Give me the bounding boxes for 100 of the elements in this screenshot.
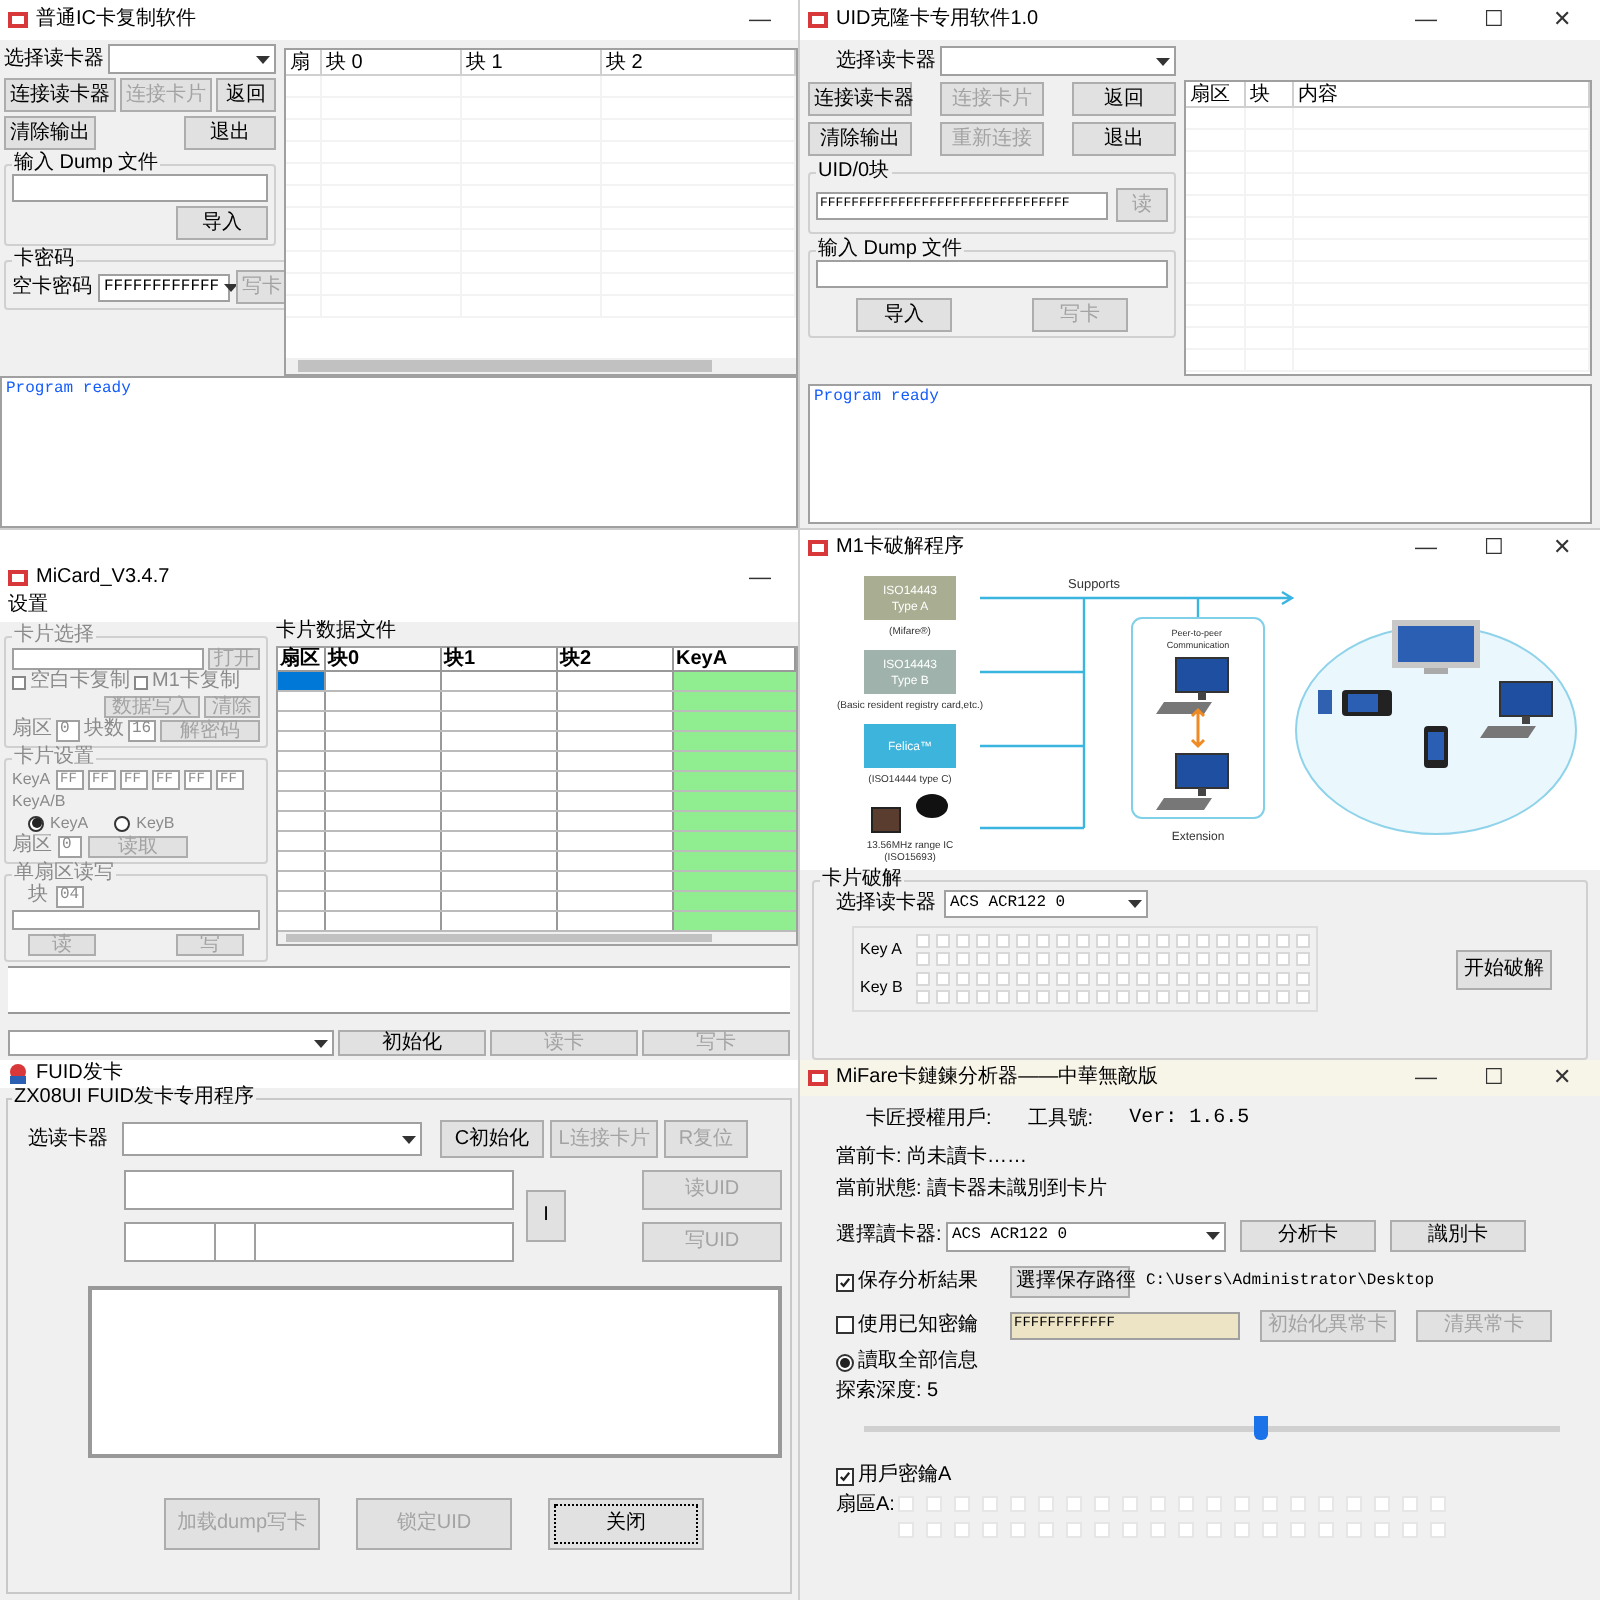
column-header: 块 0 [322,50,462,74]
action-button[interactable]: 退出 [1072,122,1176,156]
input-field[interactable] [12,647,204,669]
input-field[interactable]: 04 [56,885,84,907]
maximize-button[interactable]: ☐ [1464,1067,1524,1089]
group-label: 单扇区读写 [12,864,116,884]
minimize-button[interactable]: — [1396,9,1456,31]
action-button[interactable]: 连接读卡器 [808,82,912,116]
field-label: 块 [28,886,48,906]
action-button[interactable]: 关闭 [548,1498,704,1550]
field-label: 选读卡器 [28,1129,110,1149]
field-label: KeyA [50,815,89,831]
field-label: Key B [860,980,905,996]
status-text: 當前狀態: 讀卡器未識別到卡片 [834,1180,1110,1204]
reader-dropdown[interactable] [122,1122,422,1156]
table-cell[interactable] [278,672,326,690]
action-button[interactable]: 分析卡 [1240,1220,1376,1252]
close-button[interactable]: ✕ [1532,9,1592,31]
caret-icon [1156,57,1170,65]
reader-dropdown[interactable]: ACS ACR122 0 [946,1221,1226,1251]
reader-dropdown[interactable]: ACS ACR122 0 [944,890,1148,918]
input-field[interactable] [12,910,260,930]
reader-dropdown[interactable] [8,1030,334,1056]
action-button[interactable]: 識別卡 [1390,1220,1526,1252]
output-area[interactable] [88,1286,782,1458]
maximize-button[interactable]: ☐ [1464,537,1524,559]
column-header: 内容 [1294,82,1590,106]
device-drawing [1318,690,1392,716]
table-cell [674,732,796,750]
action-button[interactable]: 开始破解 [1456,949,1552,989]
checkbox[interactable] [12,675,26,689]
action-button[interactable]: 导入 [856,298,952,332]
checkbox[interactable] [836,1273,854,1291]
table-cell [674,812,796,830]
menu-item[interactable]: 设置 [8,596,48,622]
reader-dropdown[interactable]: FFFFFFFFFFFF [98,273,230,301]
field-label: 讀取全部信息 [858,1352,978,1372]
action-button[interactable]: 選擇保存路徑 [1010,1266,1130,1298]
column-header: 块2 [558,648,674,670]
group-label: 输入 Dump 文件 [816,240,965,260]
minimize-button[interactable]: — [1396,537,1456,559]
caret-icon [256,55,270,63]
double-arrow [1190,707,1206,749]
table-cell [674,852,796,870]
info-text: Ver: 1.6.5 [1129,1110,1250,1130]
radio-button[interactable] [114,815,131,831]
action-button[interactable]: 连接读卡器 [4,78,116,112]
chip-drawing [871,794,948,833]
input-field[interactable] [124,1222,514,1262]
action-button[interactable]: I [526,1190,566,1242]
table-cell [674,672,796,690]
radio-button[interactable] [28,815,44,831]
action-button[interactable]: 导入 [176,206,268,240]
depth-slider[interactable] [864,1416,1560,1440]
checkbox[interactable] [836,1467,854,1485]
window-title: FUID发卡 [36,1064,123,1084]
group-label: 卡片选择 [12,626,96,646]
maximize-button[interactable]: ☐ [1464,9,1524,31]
path-text: C:\Users\Administrator\Desktop [1146,1270,1435,1294]
action-button[interactable]: 清除输出 [808,122,912,156]
close-button[interactable]: ✕ [1532,537,1592,559]
column-header: 扇 [286,50,322,74]
reader-dropdown[interactable] [940,46,1176,76]
close-button[interactable]: ✕ [1532,1067,1592,1089]
action-button[interactable]: 清除输出 [4,116,96,150]
input-field[interactable] [816,260,1168,288]
column-header: 扇区 [1186,82,1246,106]
action-button[interactable]: 返回 [216,78,276,112]
column-header: 扇区 [278,648,326,670]
table-cell [674,872,796,890]
checkbox[interactable] [134,675,148,689]
checkbox[interactable] [836,1316,854,1334]
slider-thumb[interactable] [1254,1416,1269,1440]
action-button[interactable]: 退出 [184,116,276,150]
field-label: 扇区 [12,720,52,740]
field-label: M1卡复制 [152,672,240,692]
column-header: 块 [1246,82,1294,106]
reader-dropdown[interactable] [108,44,276,74]
input-field[interactable] [124,1170,514,1210]
window-title: MiFare卡鏈鍊分析器——中華無敵版 [836,1068,1159,1088]
action-button[interactable]: C初始化 [440,1120,544,1158]
action-button[interactable]: 返回 [1072,82,1176,116]
window-title: 普通IC卡复制软件 [36,10,196,30]
app-icon [8,570,28,586]
caret-icon [1128,900,1142,908]
input-field[interactable]: 0 [58,835,82,857]
field-label: 空卡密码 [12,277,92,297]
radio-button[interactable] [836,1353,854,1371]
minimize-button[interactable]: — [730,567,790,589]
field-label: KeyB [136,815,175,831]
minimize-button[interactable]: — [1396,1067,1456,1089]
status-text: 當前卡: 尚未讀卡…… [834,1148,1030,1172]
minimize-button[interactable]: — [730,9,790,31]
input-field[interactable] [12,174,268,202]
log-text: Program ready [6,378,133,402]
input-field[interactable]: 0 [56,719,80,741]
computer-drawing [1156,753,1229,810]
field-label: 块数 [84,720,124,740]
action-button[interactable]: 初始化 [338,1030,486,1056]
column-header: KeyA [674,648,796,670]
